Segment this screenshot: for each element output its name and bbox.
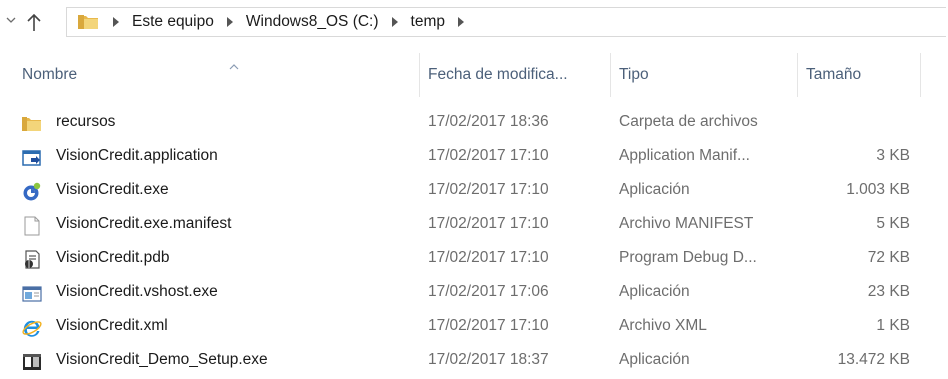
column-header-type[interactable]: Tipo bbox=[611, 53, 797, 97]
breadcrumb-item-temp[interactable]: temp bbox=[411, 13, 445, 31]
file-type: Program Debug D... bbox=[619, 249, 757, 266]
file-size: 5 KB bbox=[876, 215, 910, 232]
app-exe-icon bbox=[22, 182, 42, 202]
column-header-date-label: Fecha de modifica... bbox=[428, 66, 568, 83]
file-row-recursos[interactable]: recursos 17/02/2017 18:36 Carpeta de arc… bbox=[0, 107, 948, 141]
file-type: Application Manif... bbox=[619, 147, 750, 164]
column-header-name[interactable]: Nombre bbox=[0, 53, 419, 97]
window-exe-icon bbox=[22, 284, 42, 304]
debug-file-icon bbox=[22, 250, 42, 270]
address-bar[interactable]: Este equipo Windows8_OS (C:) temp bbox=[66, 7, 946, 37]
column-header-size[interactable]: Tamaño bbox=[798, 53, 920, 97]
file-type: Carpeta de archivos bbox=[619, 113, 758, 130]
application-manifest-icon bbox=[22, 148, 42, 168]
file-name: VisionCredit.xml bbox=[56, 317, 168, 334]
file-size: 1 KB bbox=[876, 317, 910, 334]
file-size: 23 KB bbox=[867, 283, 910, 300]
file-date: 17/02/2017 17:10 bbox=[428, 215, 549, 232]
column-header-size-label: Tamaño bbox=[806, 66, 862, 83]
address-bar-row: Este equipo Windows8_OS (C:) temp bbox=[0, 0, 948, 44]
file-date: 17/02/2017 17:06 bbox=[428, 283, 549, 300]
file-row-visioncredit-demo-setup-exe[interactable]: VisionCredit_Demo_Setup.exe 17/02/2017 1… bbox=[0, 345, 948, 379]
column-header-date[interactable]: Fecha de modifica... bbox=[420, 53, 610, 97]
file-date: 17/02/2017 18:36 bbox=[428, 113, 549, 130]
folder-icon bbox=[78, 13, 100, 31]
file-name: VisionCredit.exe.manifest bbox=[56, 215, 232, 232]
file-type: Archivo MANIFEST bbox=[619, 215, 754, 232]
column-header-type-label: Tipo bbox=[619, 66, 649, 83]
folder-icon bbox=[22, 114, 42, 134]
file-type: Archivo XML bbox=[619, 317, 707, 334]
file-row-visioncredit-xml[interactable]: VisionCredit.xml 17/02/2017 17:10 Archiv… bbox=[0, 311, 948, 345]
file-size: 1.003 KB bbox=[846, 181, 910, 198]
file-name: VisionCredit.pdb bbox=[56, 249, 170, 266]
chevron-right-icon[interactable] bbox=[112, 17, 120, 27]
file-row-visioncredit-exe-manifest[interactable]: VisionCredit.exe.manifest 17/02/2017 17:… bbox=[0, 209, 948, 243]
file-size: 13.472 KB bbox=[837, 351, 910, 368]
file-row-visioncredit-vshost-exe[interactable]: VisionCredit.vshost.exe 17/02/2017 17:06… bbox=[0, 277, 948, 311]
file-type: Aplicación bbox=[619, 351, 690, 368]
file-row-visioncredit-pdb[interactable]: VisionCredit.pdb 17/02/2017 17:10 Progra… bbox=[0, 243, 948, 277]
file-type: Aplicación bbox=[619, 181, 690, 198]
file-name: VisionCredit.exe bbox=[56, 181, 169, 198]
file-date: 17/02/2017 17:10 bbox=[428, 317, 549, 334]
recent-locations-icon[interactable] bbox=[6, 16, 18, 30]
file-size: 72 KB bbox=[867, 249, 910, 266]
file-date: 17/02/2017 18:37 bbox=[428, 351, 549, 368]
column-divider[interactable] bbox=[920, 53, 921, 97]
file-list: recursos 17/02/2017 18:36 Carpeta de arc… bbox=[0, 107, 948, 379]
file-date: 17/02/2017 17:10 bbox=[428, 147, 549, 164]
file-name: recursos bbox=[56, 113, 116, 130]
internet-explorer-icon bbox=[22, 318, 42, 338]
column-header-name-label: Nombre bbox=[22, 66, 78, 83]
chevron-right-icon[interactable] bbox=[391, 17, 399, 27]
setup-exe-icon bbox=[22, 352, 42, 372]
chevron-right-icon[interactable] bbox=[226, 17, 234, 27]
breadcrumb-item-drive[interactable]: Windows8_OS (C:) bbox=[246, 13, 379, 31]
file-type: Aplicación bbox=[619, 283, 690, 300]
file-row-visioncredit-application[interactable]: VisionCredit.application 17/02/2017 17:1… bbox=[0, 141, 948, 175]
up-arrow-icon[interactable] bbox=[24, 11, 44, 33]
file-name: VisionCredit_Demo_Setup.exe bbox=[56, 351, 268, 368]
file-date: 17/02/2017 17:10 bbox=[428, 181, 549, 198]
file-date: 17/02/2017 17:10 bbox=[428, 249, 549, 266]
file-name: VisionCredit.application bbox=[56, 147, 218, 164]
chevron-right-icon[interactable] bbox=[457, 17, 465, 27]
file-name: VisionCredit.vshost.exe bbox=[56, 283, 218, 300]
file-row-visioncredit-exe[interactable]: VisionCredit.exe 17/02/2017 17:10 Aplica… bbox=[0, 175, 948, 209]
breadcrumb-item-este-equipo[interactable]: Este equipo bbox=[132, 13, 214, 31]
blank-file-icon bbox=[22, 216, 42, 236]
file-size: 3 KB bbox=[876, 147, 910, 164]
